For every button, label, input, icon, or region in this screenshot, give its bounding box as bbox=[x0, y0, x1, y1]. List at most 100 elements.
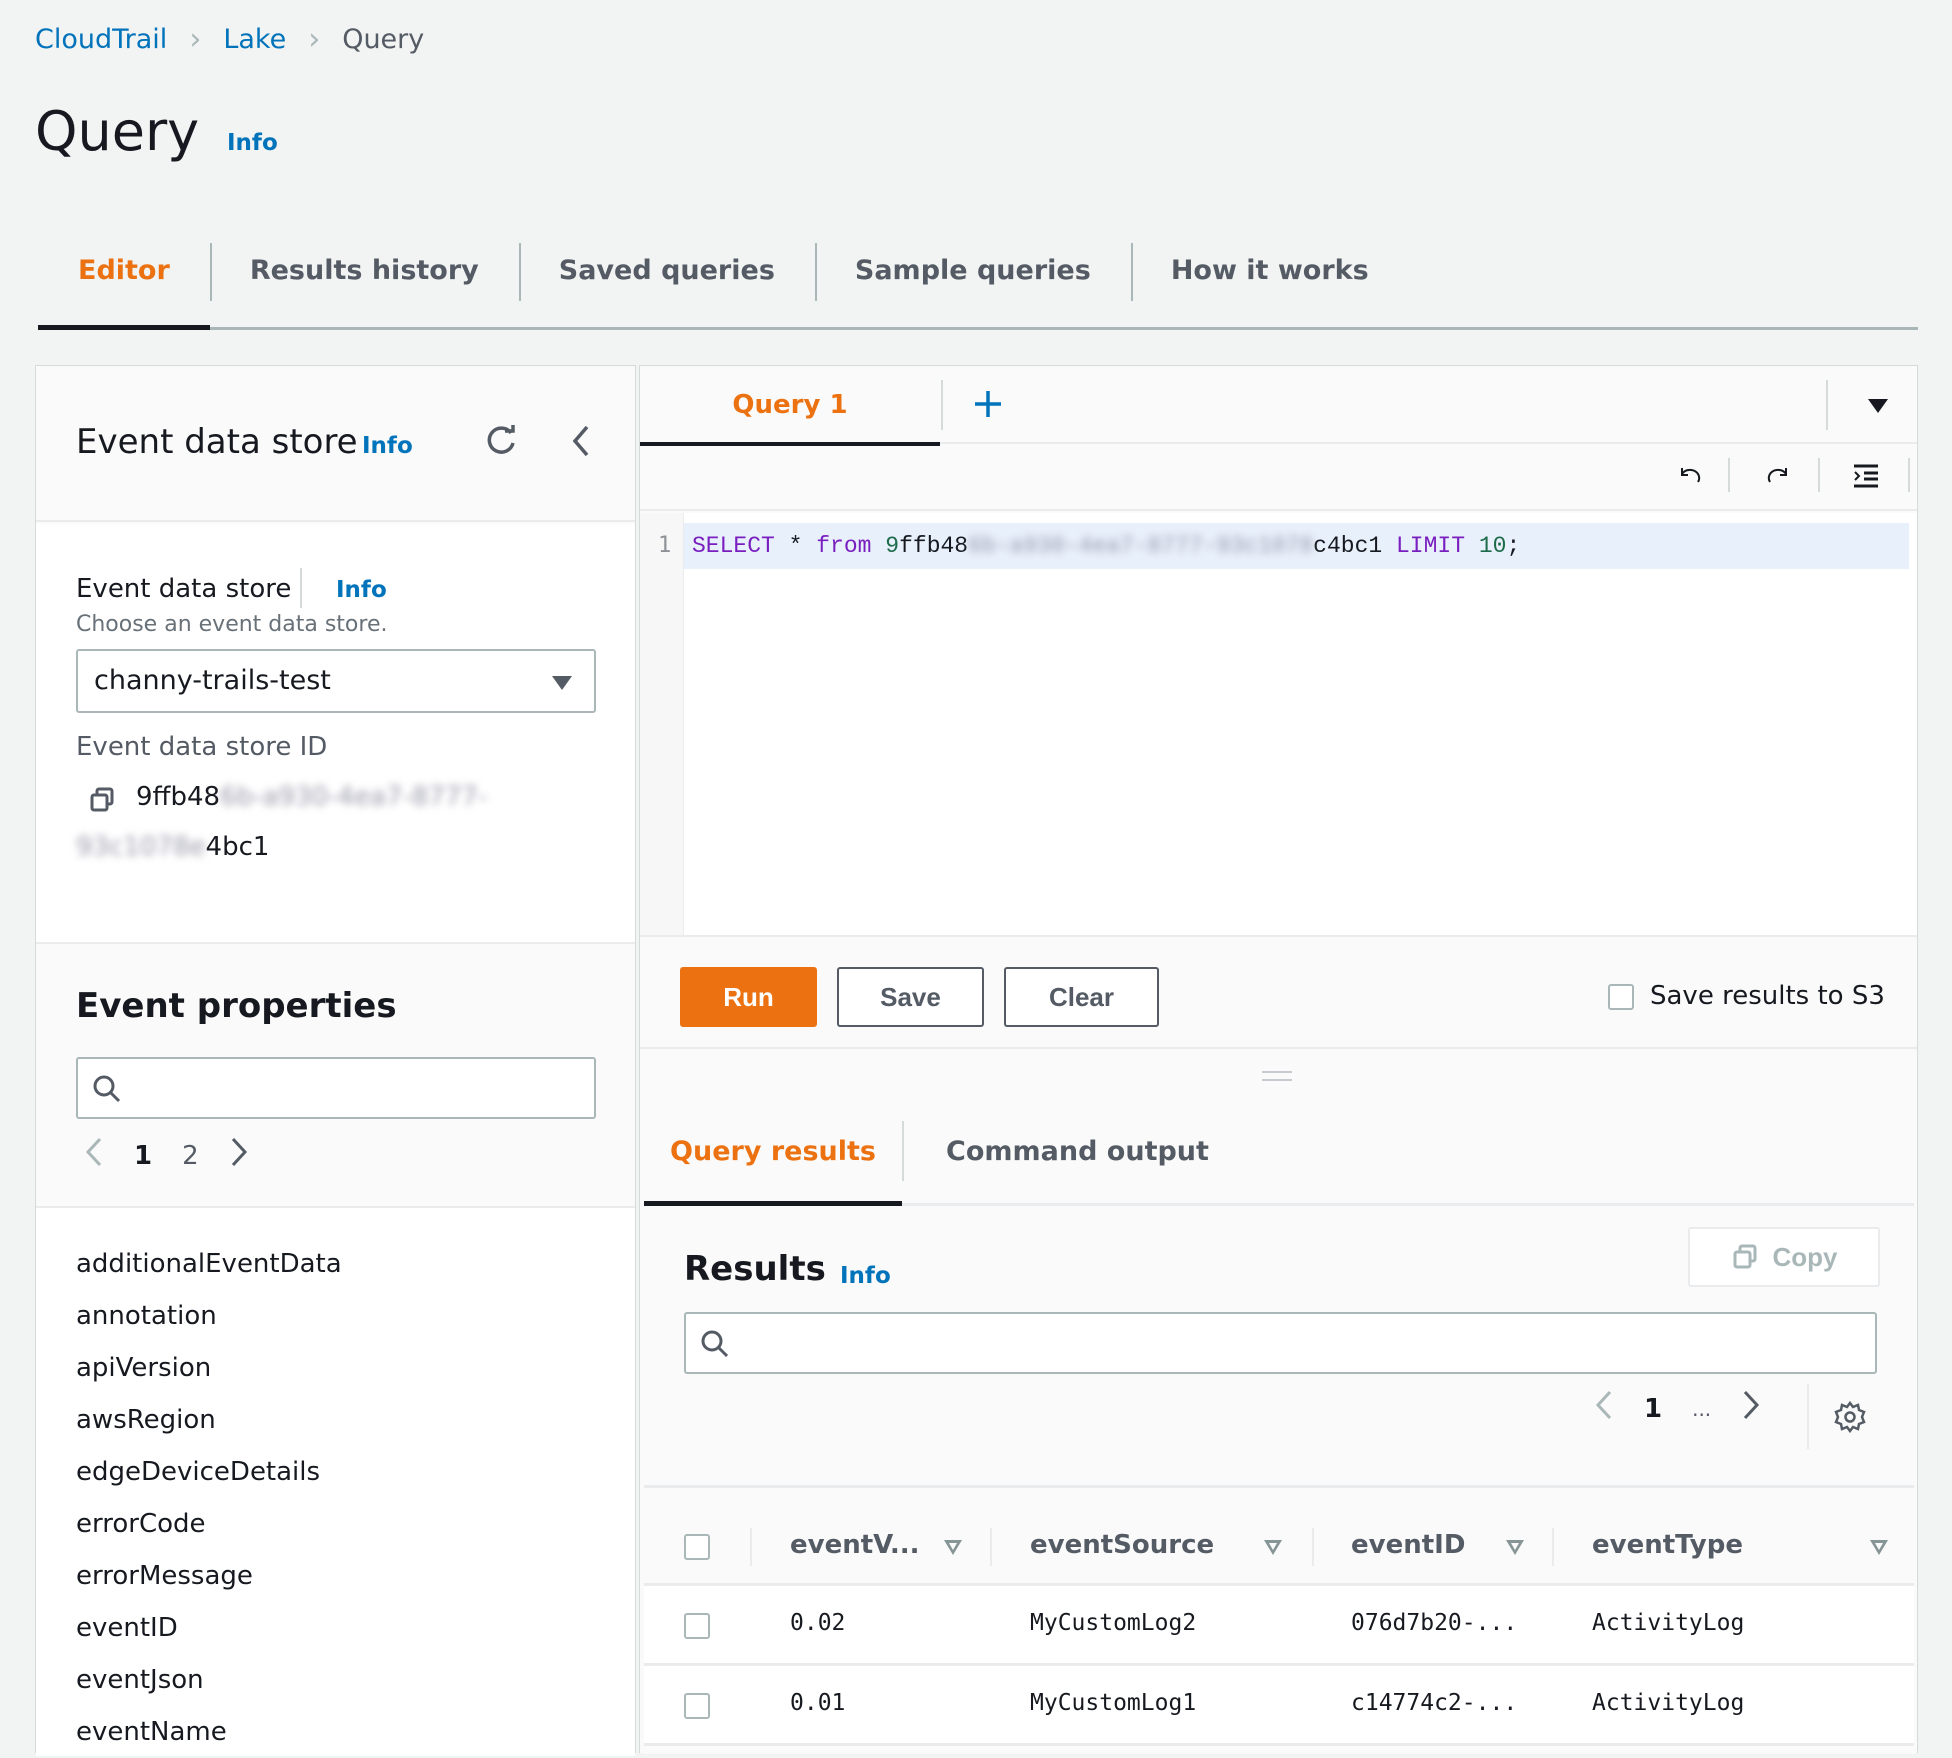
results-tabs: Query results Command output bbox=[644, 1099, 1914, 1206]
undo-icon[interactable] bbox=[1670, 456, 1710, 496]
cell-event-id: 076d7b20-... bbox=[1351, 1610, 1518, 1636]
main-tabs: Editor Results history Saved queries Sam… bbox=[38, 235, 1918, 330]
store-id-line1: 9ffb486b-a930-4ea7-8777- bbox=[136, 782, 488, 812]
cell-event-version: 0.02 bbox=[790, 1610, 846, 1636]
divider bbox=[990, 1528, 992, 1566]
divider bbox=[1552, 1528, 1554, 1566]
event-data-store-panel: Event data store Info Event data store I… bbox=[35, 365, 636, 1756]
sort-icon[interactable] bbox=[944, 1540, 962, 1555]
select-all-checkbox[interactable] bbox=[684, 1534, 710, 1560]
results-info-link[interactable]: Info bbox=[840, 1263, 891, 1289]
clear-button[interactable]: Clear bbox=[1004, 967, 1159, 1027]
page-1-button[interactable]: 1 bbox=[134, 1141, 152, 1171]
redo-icon[interactable] bbox=[1758, 456, 1798, 496]
column-header[interactable]: eventID bbox=[1351, 1530, 1465, 1560]
sql-editor[interactable]: 1 SELECT * from 9ffb486b-a930-4ea7-8777-… bbox=[640, 513, 1917, 937]
column-header[interactable]: eventType bbox=[1592, 1530, 1743, 1560]
cell-event-source: MyCustomLog1 bbox=[1030, 1690, 1197, 1716]
event-properties-title: Event properties bbox=[76, 986, 397, 1026]
row-checkbox[interactable] bbox=[684, 1613, 710, 1639]
store-label: Event data store bbox=[76, 574, 292, 604]
event-properties-header: Event properties 1 2 bbox=[36, 946, 635, 1206]
row-checkbox[interactable] bbox=[684, 1693, 710, 1719]
save-button[interactable]: Save bbox=[837, 967, 984, 1027]
store-info-link[interactable]: Info bbox=[336, 577, 387, 603]
caret-down-icon bbox=[552, 676, 572, 690]
tab-sample-queries[interactable]: Sample queries bbox=[814, 235, 1131, 327]
select-value: channy-trails-test bbox=[94, 665, 331, 696]
panel-header: Event data store Info bbox=[36, 366, 635, 522]
breadcrumb-lake[interactable]: Lake bbox=[223, 24, 286, 55]
query-tab-1[interactable]: Query 1 bbox=[640, 366, 940, 446]
add-query-tab-icon[interactable] bbox=[966, 382, 1010, 426]
prev-page-icon[interactable] bbox=[1594, 1389, 1614, 1428]
search-icon bbox=[93, 1075, 121, 1103]
sort-icon[interactable] bbox=[1870, 1540, 1888, 1555]
divider bbox=[1908, 458, 1910, 492]
resize-handle[interactable] bbox=[1262, 1071, 1292, 1081]
divider bbox=[1826, 380, 1828, 430]
property-item[interactable]: annotation bbox=[76, 1290, 635, 1342]
copy-button[interactable]: Copy bbox=[1688, 1227, 1880, 1287]
divider bbox=[1728, 458, 1730, 492]
tab-command-output[interactable]: Command output bbox=[946, 1099, 1209, 1204]
panel-title: Event data store bbox=[76, 422, 358, 462]
editor-toolbar bbox=[640, 444, 1917, 511]
event-data-store-section: Event data store Info Choose an event da… bbox=[36, 524, 635, 944]
event-data-store-select[interactable]: channy-trails-test bbox=[76, 649, 596, 713]
query-tabs: Query 1 bbox=[640, 366, 1917, 446]
tab-query-results[interactable]: Query results bbox=[644, 1099, 902, 1204]
redacted-text: 93c1078e bbox=[76, 832, 206, 862]
page-info-link[interactable]: Info bbox=[227, 130, 278, 156]
properties-search-input[interactable] bbox=[76, 1057, 596, 1119]
property-item[interactable]: errorCode bbox=[76, 1498, 635, 1550]
prev-page-icon[interactable] bbox=[84, 1136, 104, 1175]
line-number: 1 bbox=[658, 533, 672, 558]
property-item[interactable]: edgeDeviceDetails bbox=[76, 1446, 635, 1498]
property-item[interactable]: errorMessage bbox=[76, 1550, 635, 1602]
column-header[interactable]: eventSource bbox=[1030, 1530, 1214, 1560]
refresh-icon[interactable] bbox=[476, 416, 526, 466]
tab-saved-queries[interactable]: Saved queries bbox=[518, 235, 815, 327]
copy-icon[interactable] bbox=[84, 782, 120, 818]
code-line[interactable]: SELECT * from 9ffb486b-a930-4ea7-8777-93… bbox=[684, 523, 1909, 569]
sort-icon[interactable] bbox=[1506, 1540, 1524, 1555]
column-header[interactable]: eventV... bbox=[790, 1530, 920, 1560]
table-row[interactable]: 0.01 MyCustomLog1 c14774c2-... ActivityL… bbox=[644, 1666, 1914, 1746]
next-page-icon[interactable] bbox=[229, 1136, 249, 1175]
save-to-s3-checkbox[interactable] bbox=[1608, 984, 1634, 1010]
sort-icon[interactable] bbox=[1264, 1540, 1282, 1555]
next-page-icon[interactable] bbox=[1741, 1389, 1761, 1428]
breadcrumb: CloudTrail › Lake › Query bbox=[35, 22, 424, 57]
tab-editor[interactable]: Editor bbox=[38, 235, 210, 330]
run-button[interactable]: Run bbox=[680, 967, 817, 1027]
property-item[interactable]: additionalEventData bbox=[76, 1238, 635, 1290]
property-item[interactable]: awsRegion bbox=[76, 1394, 635, 1446]
breadcrumb-cloudtrail[interactable]: CloudTrail bbox=[35, 24, 167, 55]
page-2-button[interactable]: 2 bbox=[182, 1141, 199, 1171]
store-description: Choose an event data store. bbox=[76, 612, 388, 637]
cell-event-version: 0.01 bbox=[790, 1690, 846, 1716]
divider bbox=[300, 568, 302, 608]
redacted-text: 6b-a930-4ea7-8777- bbox=[220, 782, 488, 812]
property-item[interactable]: eventJson bbox=[76, 1654, 635, 1706]
tab-results-history[interactable]: Results history bbox=[209, 235, 519, 327]
properties-search-field[interactable] bbox=[134, 1067, 574, 1109]
results-search-field[interactable] bbox=[742, 1322, 1842, 1364]
divider bbox=[750, 1528, 752, 1566]
page-1-button[interactable]: 1 bbox=[1644, 1394, 1662, 1424]
divider bbox=[1312, 1528, 1314, 1566]
property-item[interactable]: eventID bbox=[76, 1602, 635, 1654]
collapse-chevron-left-icon[interactable] bbox=[556, 416, 606, 466]
format-indent-icon[interactable] bbox=[1846, 456, 1886, 496]
panel-info-link[interactable]: Info bbox=[362, 433, 413, 459]
property-item[interactable]: eventName bbox=[76, 1706, 635, 1758]
tab-how-it-works[interactable]: How it works bbox=[1130, 235, 1409, 327]
settings-gear-icon[interactable] bbox=[1828, 1395, 1872, 1439]
caret-down-icon[interactable] bbox=[1858, 386, 1898, 426]
property-item[interactable]: apiVersion bbox=[76, 1342, 635, 1394]
redacted-text: 6b-a930-4ea7-8777-93c1078 bbox=[968, 533, 1314, 559]
table-row[interactable]: 0.02 MyCustomLog2 076d7b20-... ActivityL… bbox=[644, 1586, 1914, 1666]
results-search-input[interactable] bbox=[684, 1312, 1877, 1374]
divider bbox=[1807, 1384, 1809, 1449]
